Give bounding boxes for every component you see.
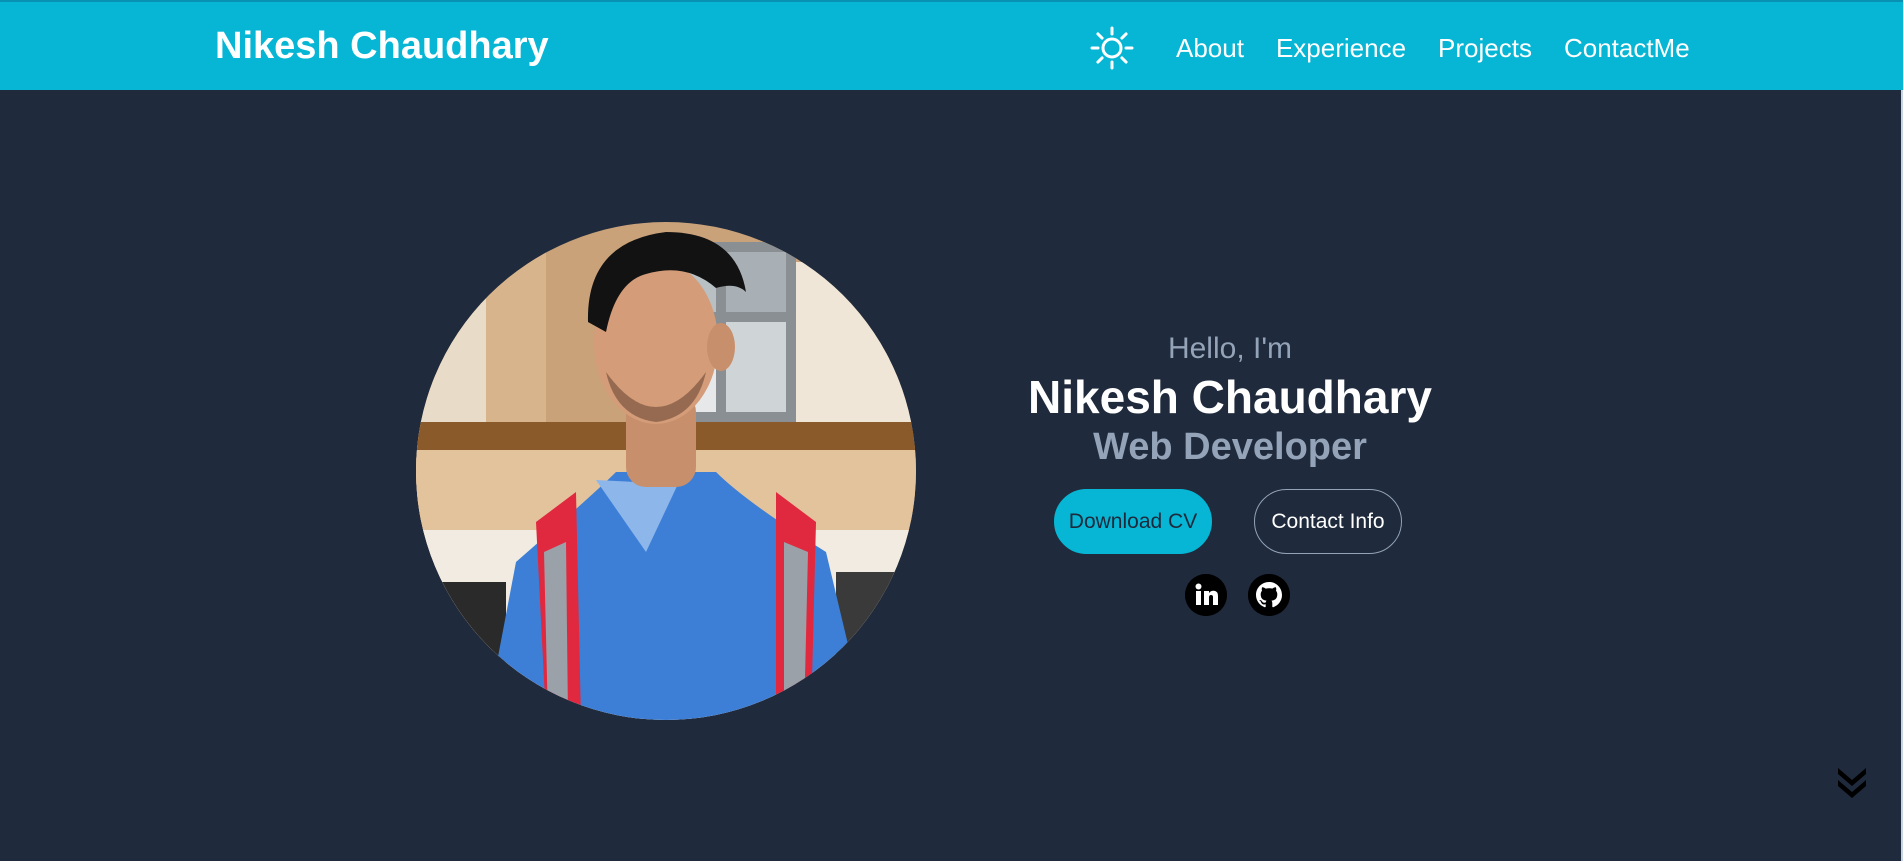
nav-link-experience[interactable]: Experience — [1276, 33, 1406, 64]
sun-icon[interactable] — [1090, 26, 1134, 70]
double-chevron-down-icon[interactable] — [1836, 766, 1868, 800]
nav-link-projects[interactable]: Projects — [1438, 33, 1532, 64]
page: Nikesh Chaudhary About Experience Projec… — [0, 0, 1903, 861]
nav-link-about[interactable]: About — [1176, 33, 1244, 64]
linkedin-icon[interactable] — [1185, 574, 1227, 616]
hero-name: Nikesh Chaudhary — [1028, 371, 1432, 423]
role-title: Web Developer — [1093, 426, 1367, 468]
nav-links: About Experience Projects ContactMe — [1176, 33, 1690, 64]
greeting-text: Hello, I'm — [1167, 332, 1293, 365]
profile-photo — [416, 222, 916, 720]
github-icon[interactable] — [1248, 574, 1290, 616]
nav-link-contactme[interactable]: ContactMe — [1564, 33, 1690, 64]
brand-logo[interactable]: Nikesh Chaudhary — [215, 25, 549, 68]
download-cv-button[interactable]: Download CV — [1054, 489, 1212, 554]
navbar: Nikesh Chaudhary About Experience Projec… — [0, 0, 1903, 90]
contact-info-button[interactable]: Contact Info — [1254, 489, 1402, 554]
intro-section: Hello, I'm Nikesh Chaudhary Web Develope… — [1000, 328, 1460, 470]
